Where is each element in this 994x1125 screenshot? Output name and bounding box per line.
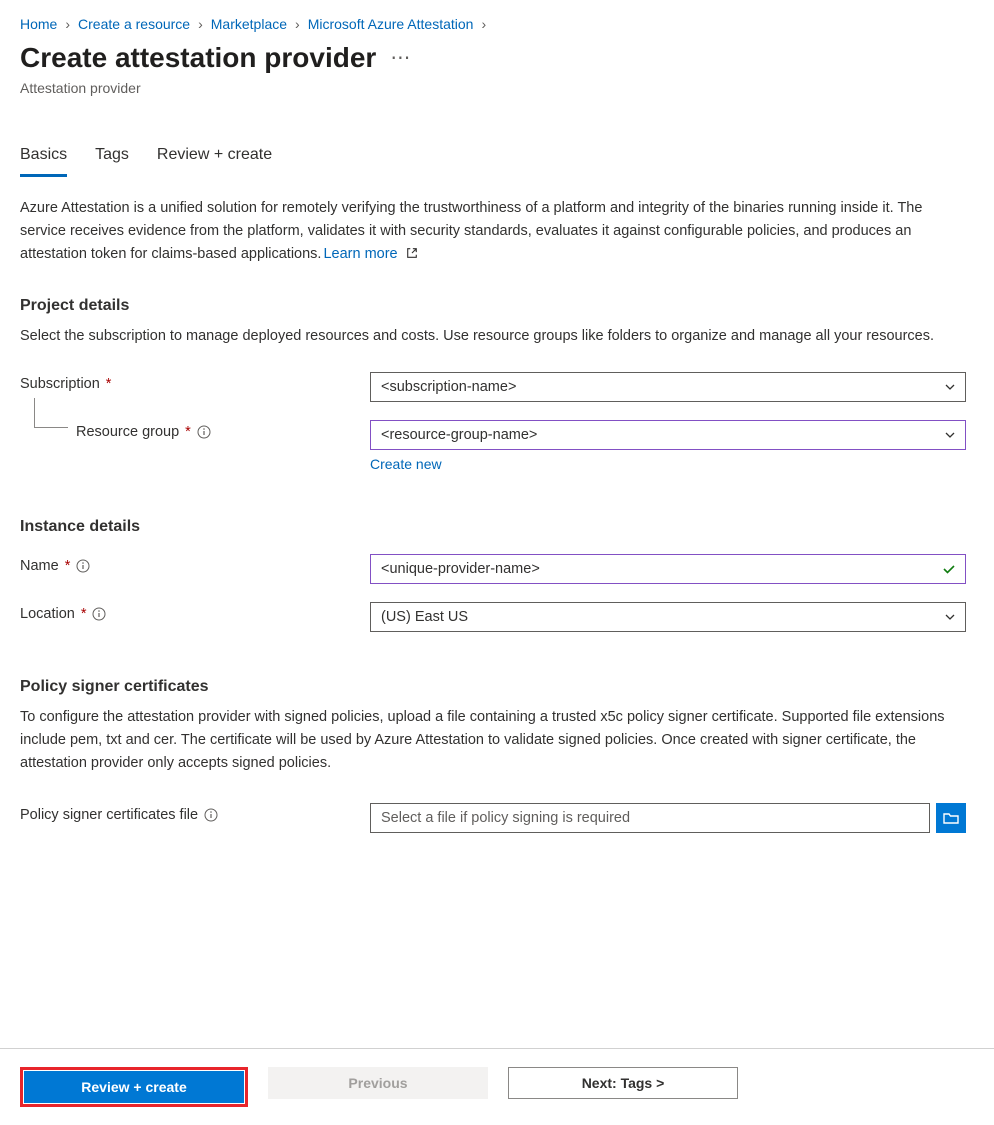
chevron-down-icon xyxy=(943,428,957,442)
required-indicator: * xyxy=(106,376,112,392)
required-indicator: * xyxy=(81,606,87,622)
check-icon xyxy=(941,561,957,577)
subscription-select[interactable]: <subscription-name> xyxy=(370,372,966,402)
chevron-right-icon: › xyxy=(479,16,488,32)
folder-icon xyxy=(942,809,960,827)
create-new-link[interactable]: Create new xyxy=(370,456,442,472)
breadcrumb-create-resource[interactable]: Create a resource xyxy=(78,16,190,32)
location-value: (US) East US xyxy=(381,609,468,625)
resource-group-value: <resource-group-name> xyxy=(381,427,537,443)
tab-review-create[interactable]: Review + create xyxy=(157,140,272,177)
project-details-desc: Select the subscription to manage deploy… xyxy=(20,325,960,348)
intro-text: Azure Attestation is a unified solution … xyxy=(20,197,960,267)
review-create-button[interactable]: Review + create xyxy=(24,1071,244,1103)
chevron-down-icon xyxy=(943,380,957,394)
page-title: Create attestation provider xyxy=(20,42,376,74)
info-icon[interactable] xyxy=(204,808,218,822)
required-indicator: * xyxy=(185,424,191,440)
policy-file-input[interactable]: Select a file if policy signing is requi… xyxy=(370,803,930,833)
breadcrumb-marketplace[interactable]: Marketplace xyxy=(211,16,287,32)
footer: Review + create Previous Next: Tags > xyxy=(0,1048,994,1125)
learn-more-link[interactable]: Learn more xyxy=(323,246,397,262)
info-icon[interactable] xyxy=(197,425,211,439)
info-icon[interactable] xyxy=(92,607,106,621)
more-icon[interactable]: ⋯ xyxy=(390,48,410,68)
chevron-right-icon: › xyxy=(63,16,72,32)
breadcrumb: Home › Create a resource › Marketplace ›… xyxy=(20,16,974,32)
tab-basics[interactable]: Basics xyxy=(20,140,67,177)
tabs: Basics Tags Review + create xyxy=(20,140,974,177)
tab-tags[interactable]: Tags xyxy=(95,140,129,177)
policy-signer-desc: To configure the attestation provider wi… xyxy=(20,706,960,776)
name-value: <unique-provider-name> xyxy=(381,561,540,577)
required-indicator: * xyxy=(65,558,71,574)
breadcrumb-home[interactable]: Home xyxy=(20,16,57,32)
next-tags-button[interactable]: Next: Tags > xyxy=(508,1067,738,1099)
highlight-box: Review + create xyxy=(20,1067,248,1107)
upload-file-button[interactable] xyxy=(936,803,966,833)
resource-group-label: Resource group xyxy=(76,424,179,440)
policy-file-label: Policy signer certificates file xyxy=(20,807,198,823)
resource-group-select[interactable]: <resource-group-name> xyxy=(370,420,966,450)
policy-file-placeholder: Select a file if policy signing is requi… xyxy=(381,810,630,826)
policy-signer-title: Policy signer certificates xyxy=(20,678,974,696)
subscription-label: Subscription xyxy=(20,376,100,392)
breadcrumb-azure-attestation[interactable]: Microsoft Azure Attestation xyxy=(308,16,474,32)
chevron-right-icon: › xyxy=(196,16,205,32)
project-details-title: Project details xyxy=(20,297,974,315)
external-link-icon xyxy=(406,247,418,259)
previous-button[interactable]: Previous xyxy=(268,1067,488,1099)
location-select[interactable]: (US) East US xyxy=(370,602,966,632)
name-input[interactable]: <unique-provider-name> xyxy=(370,554,966,584)
chevron-down-icon xyxy=(943,610,957,624)
instance-details-title: Instance details xyxy=(20,518,974,536)
name-label: Name xyxy=(20,558,59,574)
location-label: Location xyxy=(20,606,75,622)
tree-connector-icon xyxy=(34,398,68,428)
subscription-value: <subscription-name> xyxy=(381,379,516,395)
info-icon[interactable] xyxy=(76,559,90,573)
page-subtitle: Attestation provider xyxy=(20,80,974,96)
chevron-right-icon: › xyxy=(293,16,302,32)
